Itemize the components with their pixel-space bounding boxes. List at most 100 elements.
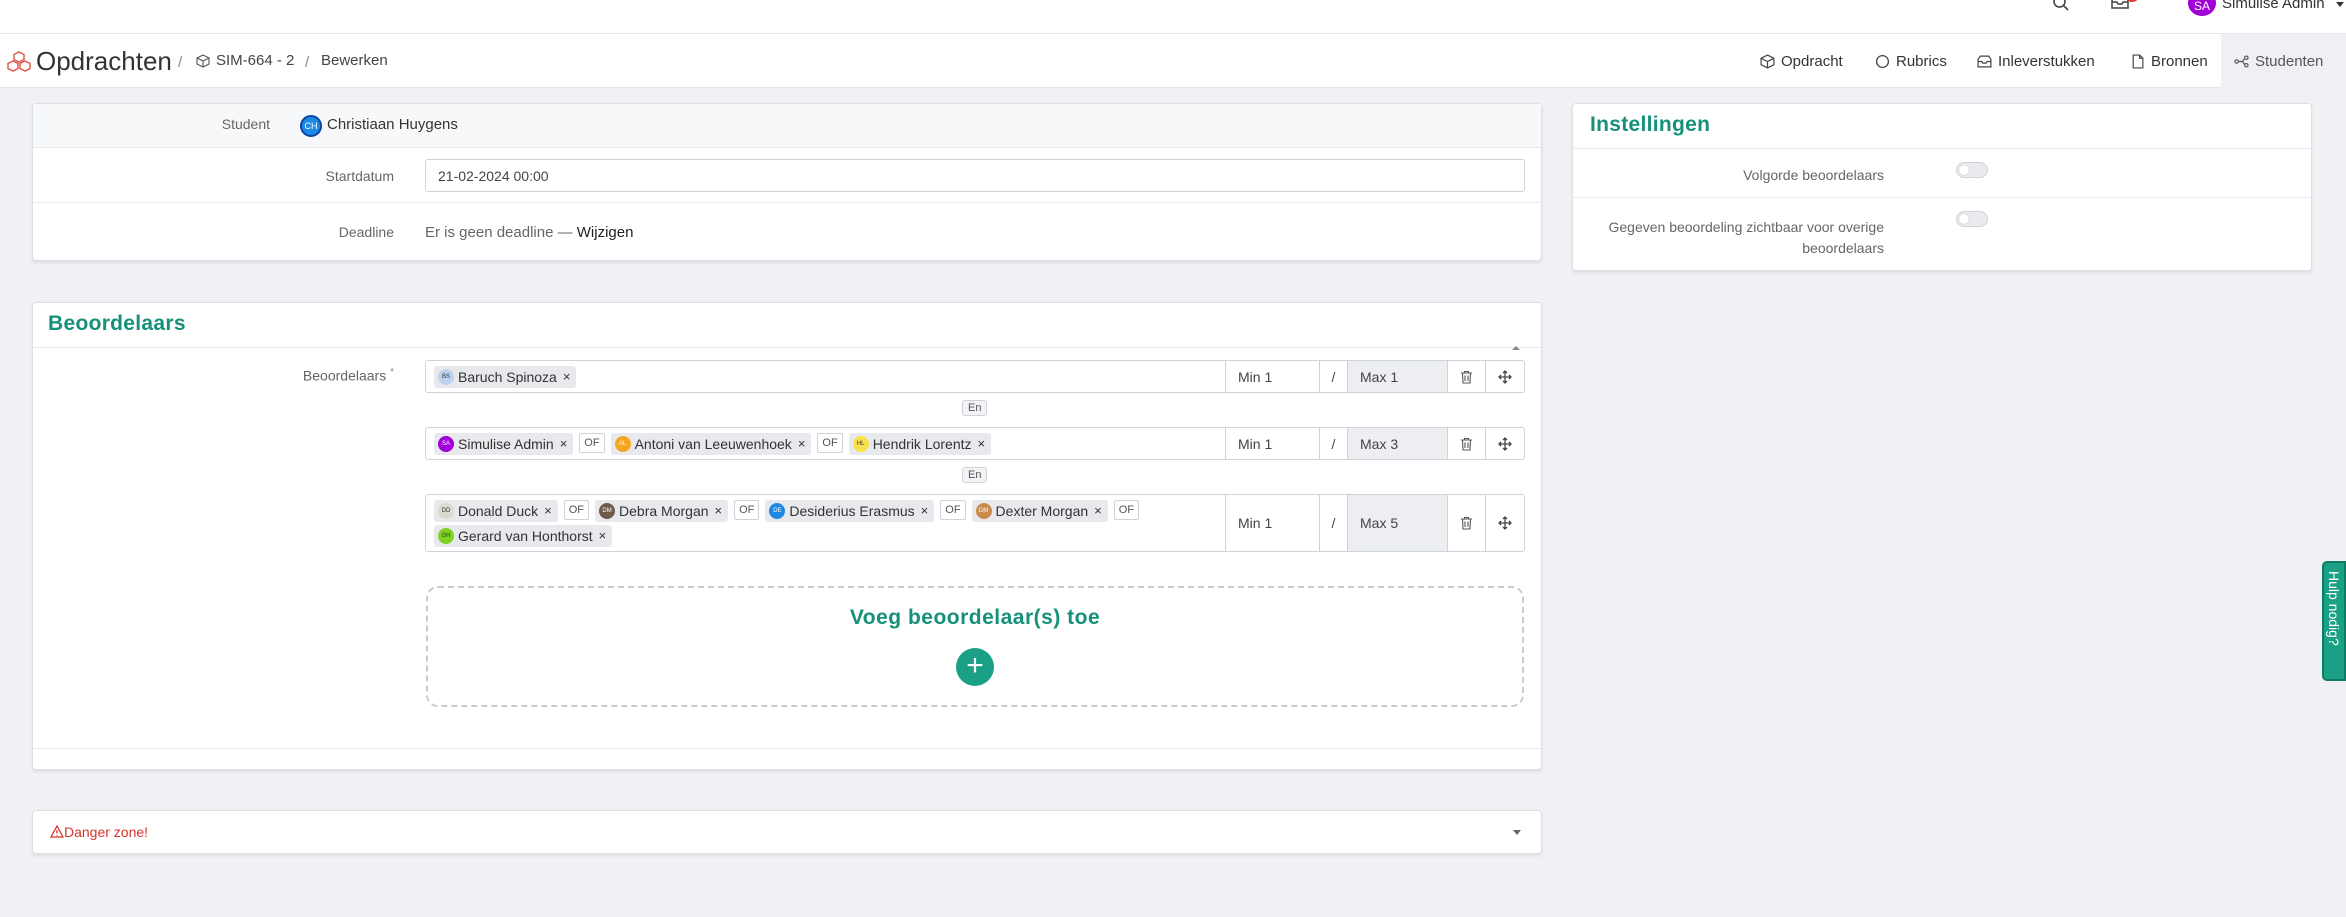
move-icon: [1498, 516, 1512, 530]
tab-label: Inleverstukken: [1998, 52, 2095, 70]
chevron-down-icon[interactable]: [1513, 830, 1521, 835]
tab-rubrics[interactable]: Rubrics: [1862, 34, 1960, 88]
move-icon: [1498, 369, 1512, 384]
remove-icon[interactable]: ×: [563, 369, 571, 384]
remove-icon[interactable]: ×: [978, 436, 986, 451]
grader-tag: DM Debra Morgan ×: [595, 499, 729, 522]
volgorde-label: Volgorde beoordelaars: [1743, 167, 1884, 183]
tab-bronnen[interactable]: Bronnen: [2117, 34, 2221, 88]
grader-tag: AL Antoni van Leeuwenhoek ×: [610, 432, 812, 455]
min-input[interactable]: Min 1: [1226, 495, 1320, 551]
min-input[interactable]: Min 1: [1226, 428, 1320, 459]
grader-tags[interactable]: BS Baruch Spinoza ×: [426, 361, 1226, 392]
cubes-logo-icon: [7, 51, 31, 72]
page-title[interactable]: Opdrachten: [36, 46, 172, 77]
remove-icon[interactable]: ×: [544, 503, 552, 518]
student-avatar: CH: [300, 115, 322, 137]
or-separator: OF: [817, 432, 843, 453]
grader-group-1: BS Baruch Spinoza × Min 1 / Max 1: [425, 360, 1525, 393]
or-separator: OF: [579, 432, 605, 453]
user-menu[interactable]: Simulise Admin: [2222, 0, 2325, 12]
graders-field-label: Beoordelaars *: [270, 367, 394, 384]
move-icon: [1498, 436, 1512, 451]
breadcrumb-separator: /: [178, 54, 183, 71]
drag-handle[interactable]: [1486, 428, 1524, 459]
grader-name: Simulise Admin: [458, 435, 554, 452]
min-input[interactable]: Min 1: [1226, 361, 1320, 392]
grader-avatar: DM: [599, 502, 616, 519]
grader-tag: DE Desiderius Erasmus ×: [765, 499, 935, 522]
chevron-down-icon[interactable]: [2336, 2, 2344, 7]
chevron-up-icon[interactable]: [1512, 346, 1520, 350]
separator: /: [1320, 361, 1348, 392]
or-separator: OF: [1113, 499, 1140, 520]
volgorde-toggle[interactable]: [1956, 162, 1988, 178]
danger-zone-header[interactable]: Danger zone!: [49, 824, 149, 840]
startdatum-label: Startdatum: [325, 168, 394, 184]
tab-label: Studenten: [2255, 52, 2324, 70]
max-input[interactable]: Max 3: [1348, 428, 1448, 459]
remove-icon[interactable]: ×: [921, 503, 929, 518]
danger-zone-card[interactable]: [32, 810, 1542, 854]
settings-title: Instellingen: [1590, 113, 1711, 136]
help-label: Hulp nodig?: [2326, 571, 2342, 646]
grader-tag: HL Hendrik Lorentz ×: [848, 432, 992, 455]
grader-name: Donald Duck: [458, 502, 539, 519]
grader-name: Desiderius Erasmus: [789, 502, 915, 519]
top-bar: SA Simulise Admin: [0, 0, 2346, 34]
zichtbaar-toggle[interactable]: [1956, 211, 1988, 227]
remove-icon[interactable]: ×: [715, 503, 723, 518]
remove-icon[interactable]: ×: [1094, 503, 1102, 518]
user-avatar[interactable]: SA: [2188, 0, 2216, 16]
max-input[interactable]: Max 5: [1348, 495, 1448, 551]
add-graders-dropzone[interactable]: Voeg beoordelaar(s) toe +: [426, 586, 1524, 707]
grader-avatar: BS: [438, 368, 454, 385]
deadline-edit-link[interactable]: Wijzigen: [577, 224, 634, 241]
tab-label: Bronnen: [2151, 52, 2208, 70]
grader-avatar: DD: [438, 502, 454, 519]
grader-avatar: SA: [438, 435, 454, 452]
grader-name: Hendrik Lorentz: [872, 435, 972, 452]
search-icon[interactable]: [2052, 0, 2070, 12]
tab-label: Rubrics: [1896, 52, 1947, 70]
drag-handle[interactable]: [1486, 495, 1524, 551]
file-icon: [2132, 53, 2144, 69]
divider: [1573, 197, 2311, 198]
remove-icon[interactable]: ×: [798, 436, 806, 451]
add-graders-button[interactable]: +: [956, 648, 994, 686]
grader-tag: DM Dexter Morgan ×: [971, 499, 1108, 522]
tab-opdracht[interactable]: Opdracht: [1747, 34, 1856, 88]
inbox-icon[interactable]: [2110, 0, 2130, 10]
drag-handle[interactable]: [1486, 361, 1524, 392]
tab-studenten[interactable]: Studenten: [2221, 34, 2346, 88]
breadcrumb-item-edit: Bewerken: [321, 52, 388, 69]
tab-inleverstukken[interactable]: Inleverstukken: [1964, 34, 2108, 88]
cube-icon: [1760, 53, 1775, 69]
or-separator: OF: [734, 499, 760, 520]
delete-group-button[interactable]: [1448, 361, 1486, 392]
danger-zone-label: Danger zone!: [64, 824, 149, 840]
grader-tag: GH Gerard van Honthorst ×: [434, 524, 613, 547]
grader-avatar: HL: [852, 435, 869, 452]
delete-group-button[interactable]: [1448, 428, 1486, 459]
or-separator: OF: [563, 499, 590, 520]
grader-group-2: SA Simulise Admin × OF AL Antoni van Leeuwe…: [425, 427, 1525, 460]
max-input[interactable]: Max 1: [1348, 361, 1448, 392]
remove-icon[interactable]: ×: [560, 436, 568, 451]
separator: /: [1320, 495, 1348, 551]
separator: /: [1320, 428, 1348, 459]
circle-icon: [1875, 54, 1890, 68]
grader-tags[interactable]: SA Simulise Admin × OF AL Antoni van Leeuwe…: [426, 428, 1226, 459]
breadcrumb-item-assignment[interactable]: SIM-664 - 2: [216, 52, 294, 69]
grader-tags[interactable]: DD Donald Duck × OF DM Debra Morgan × OF DE D…: [426, 495, 1226, 551]
delete-group-button[interactable]: [1448, 495, 1486, 551]
breadcrumb-separator: /: [305, 54, 310, 71]
startdatum-input[interactable]: [425, 159, 1525, 192]
inbox-icon: [1977, 55, 1992, 67]
trash-icon: [1461, 370, 1472, 384]
help-tab[interactable]: Hulp nodig?: [2322, 561, 2346, 681]
grader-tag: BS Baruch Spinoza ×: [434, 365, 577, 388]
grader-group-3: DD Donald Duck × OF DM Debra Morgan × OF DE D…: [425, 494, 1525, 552]
remove-icon[interactable]: ×: [599, 528, 607, 543]
graders-title: Beoordelaars: [48, 312, 186, 335]
